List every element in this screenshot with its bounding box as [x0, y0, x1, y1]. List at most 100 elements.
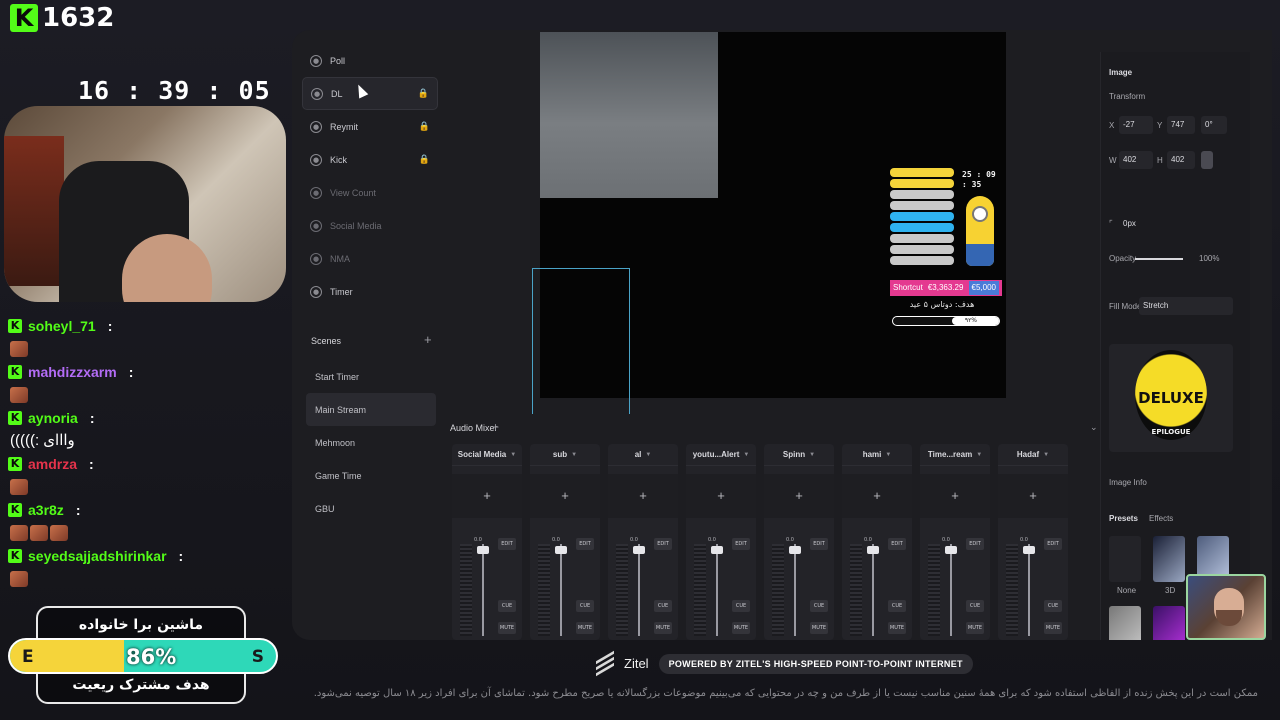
edit-button[interactable]: EDIT	[810, 538, 828, 550]
volume-slider-track[interactable]	[560, 544, 562, 636]
add-filter-button[interactable]: +	[452, 474, 522, 518]
y-position-input[interactable]: 747	[1167, 116, 1195, 134]
height-input[interactable]: 402	[1167, 151, 1195, 169]
add-filter-button[interactable]: +	[920, 474, 990, 518]
volume-slider-track[interactable]	[1028, 544, 1030, 636]
channel-name-dropdown[interactable]: al ▼	[608, 444, 678, 466]
edit-button[interactable]: EDIT	[654, 538, 672, 550]
edit-button[interactable]: EDIT	[576, 538, 594, 550]
chat-username[interactable]: seyedsajjadshirinkar	[28, 546, 167, 566]
volume-slider-handle[interactable]	[867, 546, 879, 554]
presets-tab[interactable]: Presets	[1109, 514, 1138, 524]
channel-name-dropdown[interactable]: Hadaf ▼	[998, 444, 1068, 466]
scene-item[interactable]: Game Time	[306, 459, 436, 492]
volume-slider-track[interactable]	[872, 544, 874, 636]
scene-item[interactable]: Mehmoon	[306, 426, 436, 459]
add-filter-button[interactable]: +	[530, 474, 600, 518]
rotation-input[interactable]: 0°	[1201, 116, 1227, 134]
channel-name-dropdown[interactable]: Spinn ▼	[764, 444, 834, 466]
channel-name-dropdown[interactable]: Social Media ▼	[452, 444, 522, 466]
source-item[interactable]: ● Kick 🔒	[302, 143, 438, 176]
corner-radius-input[interactable]: 0px	[1119, 215, 1149, 233]
add-filter-button[interactable]: +	[842, 474, 912, 518]
mute-button[interactable]: MUTE	[732, 622, 750, 634]
source-item[interactable]: ● View Count	[302, 176, 438, 209]
cue-button[interactable]: CUE	[1044, 600, 1062, 612]
width-input[interactable]: 402	[1119, 151, 1153, 169]
chat-username[interactable]: aynoria	[28, 408, 78, 428]
volume-slider-track[interactable]	[794, 544, 796, 636]
canvas-texture-image[interactable]	[540, 32, 718, 198]
preset-3d-thumb[interactable]	[1153, 536, 1185, 582]
preset-cat-thumb[interactable]	[1109, 606, 1141, 640]
source-item[interactable]: ● Reymit 🔒	[302, 110, 438, 143]
fill-mode-select[interactable]: Stretch	[1139, 297, 1233, 315]
scene-item[interactable]: Main Stream	[306, 393, 436, 426]
volume-slider-handle[interactable]	[555, 546, 567, 554]
volume-slider-handle[interactable]	[945, 546, 957, 554]
mixer-collapse-chevron-icon[interactable]: ⌄	[1090, 422, 1098, 434]
aspect-lock-icon[interactable]	[1201, 151, 1213, 169]
add-audio-source-button[interactable]: +	[492, 420, 499, 434]
preset-purple-thumb[interactable]	[1153, 606, 1185, 640]
volume-slider-handle[interactable]	[633, 546, 645, 554]
volume-slider-track[interactable]	[638, 544, 640, 636]
add-filter-button[interactable]: +	[686, 474, 756, 518]
cue-button[interactable]: CUE	[654, 600, 672, 612]
scene-item[interactable]: GBU	[306, 492, 436, 525]
volume-slider-track[interactable]	[716, 544, 718, 636]
lock-icon[interactable]: 🔒	[419, 155, 430, 165]
chat-username[interactable]: soheyl_71	[28, 316, 96, 336]
chat-username[interactable]: mahdizzxarm	[28, 362, 117, 382]
mute-button[interactable]: MUTE	[654, 622, 672, 634]
source-item[interactable]: ● DL 🔒	[302, 77, 438, 110]
mute-button[interactable]: MUTE	[810, 622, 828, 634]
add-scene-button[interactable]: +	[424, 333, 432, 347]
edit-button[interactable]: EDIT	[1044, 538, 1062, 550]
image-info-toggle[interactable]: Image Info	[1109, 478, 1147, 488]
source-item[interactable]: ● Poll	[302, 44, 438, 77]
cue-button[interactable]: CUE	[498, 600, 516, 612]
chat-username[interactable]: a3r8z	[28, 500, 64, 520]
edit-button[interactable]: EDIT	[888, 538, 906, 550]
volume-slider-handle[interactable]	[1023, 546, 1035, 554]
volume-slider-track[interactable]	[950, 544, 952, 636]
source-item[interactable]: ● Social Media	[302, 209, 438, 242]
mute-button[interactable]: MUTE	[966, 622, 984, 634]
opacity-slider[interactable]	[1135, 258, 1183, 260]
channel-name-dropdown[interactable]: hami ▼	[842, 444, 912, 466]
mute-button[interactable]: MUTE	[1044, 622, 1062, 634]
cue-button[interactable]: CUE	[576, 600, 594, 612]
mute-button[interactable]: MUTE	[498, 622, 516, 634]
add-filter-button[interactable]: +	[608, 474, 678, 518]
preset-none-thumb[interactable]	[1109, 536, 1141, 582]
source-item[interactable]: ● Timer	[302, 275, 438, 308]
edit-button[interactable]: EDIT	[966, 538, 984, 550]
preview-canvas[interactable]: 25 : 09 : 35 Shortcut €3,363.29 €5,000 ه…	[532, 32, 1006, 414]
effects-tab[interactable]: Effects	[1149, 514, 1173, 524]
volume-slider-handle[interactable]	[477, 546, 489, 554]
cue-button[interactable]: CUE	[888, 600, 906, 612]
cue-button[interactable]: CUE	[966, 600, 984, 612]
x-position-input[interactable]: -27	[1119, 116, 1153, 134]
channel-name-dropdown[interactable]: Time...ream ▼	[920, 444, 990, 466]
mute-button[interactable]: MUTE	[888, 622, 906, 634]
channel-name-dropdown[interactable]: youtu...Alert ▼	[686, 444, 756, 466]
volume-slider-track[interactable]	[482, 544, 484, 636]
channel-name-dropdown[interactable]: sub ▼	[530, 444, 600, 466]
cue-button[interactable]: CUE	[810, 600, 828, 612]
cue-button[interactable]: CUE	[732, 600, 750, 612]
lock-icon[interactable]: 🔒	[418, 89, 429, 99]
scene-item[interactable]: Start Timer	[306, 360, 436, 393]
add-filter-button[interactable]: +	[764, 474, 834, 518]
source-item[interactable]: ● NMA	[302, 242, 438, 275]
volume-slider-handle[interactable]	[789, 546, 801, 554]
selection-outline[interactable]	[532, 268, 630, 414]
edit-button[interactable]: EDIT	[498, 538, 516, 550]
add-filter-button[interactable]: +	[998, 474, 1068, 518]
edit-button[interactable]: EDIT	[732, 538, 750, 550]
volume-slider-handle[interactable]	[711, 546, 723, 554]
chat-username[interactable]: amdrza	[28, 454, 77, 474]
mute-button[interactable]: MUTE	[576, 622, 594, 634]
lock-icon[interactable]: 🔒	[419, 122, 430, 132]
